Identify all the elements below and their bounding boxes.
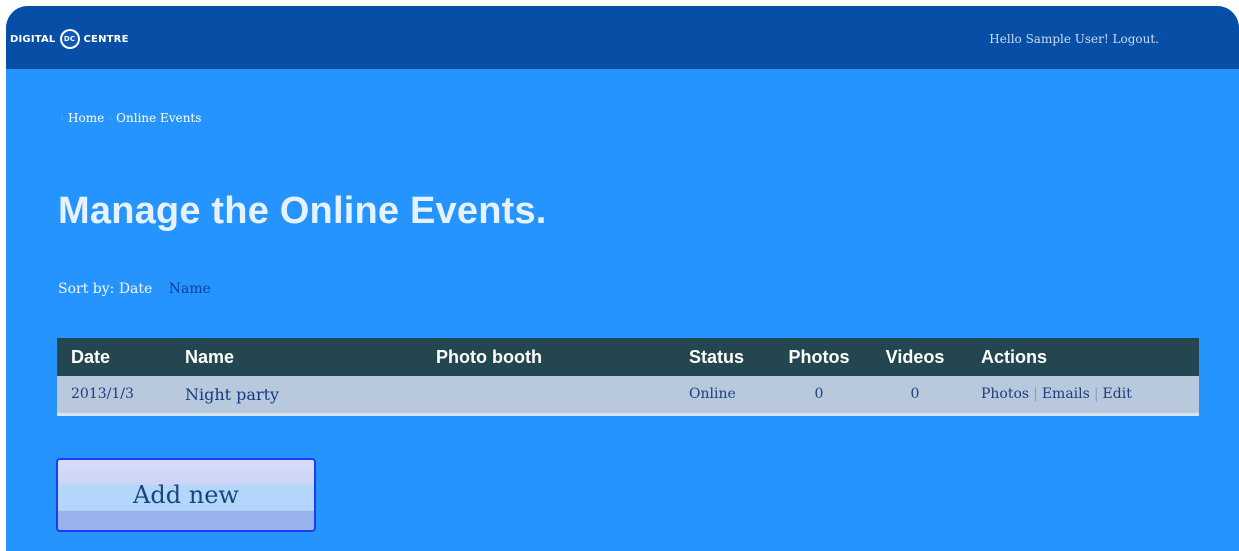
action-separator: |	[1033, 386, 1038, 403]
dc-logo-icon: DC	[59, 29, 80, 49]
cell-date: 2013/1/3	[71, 386, 134, 403]
dc-logo-mark-text: DC	[61, 31, 78, 47]
action-edit-link[interactable]: Edit	[1103, 386, 1132, 402]
user-greeting: Hello Sample User!	[989, 32, 1109, 46]
cell-actions: Photos | Emails | Edit	[967, 376, 1199, 414]
action-photos-link[interactable]: Photos	[981, 386, 1029, 402]
cell-photo-booth	[422, 376, 675, 414]
sort-label-date[interactable]: Sort by: Date	[58, 281, 152, 297]
add-new-button[interactable]: Add new	[56, 458, 316, 532]
breadcrumb: › Home › Online Events	[56, 111, 201, 125]
page-title: Manage the Online Events.	[58, 190, 547, 232]
logout-link[interactable]: Logout.	[1113, 32, 1159, 46]
sort-by-name-link[interactable]: Name	[169, 281, 211, 297]
breadcrumb-bullet-icon: ›	[60, 112, 64, 124]
column-header-actions: Actions	[981, 346, 1048, 367]
column-header-name: Name	[185, 346, 235, 367]
table-header-row: Date Name Photo booth Status Photos Vide…	[57, 338, 1199, 376]
logo: DIGITAL DC CENTRE	[10, 29, 129, 49]
logo-text-left: DIGITAL	[10, 33, 56, 45]
user-area: Hello Sample User! Logout.	[989, 32, 1159, 46]
action-emails-link[interactable]: Emails	[1042, 386, 1090, 402]
column-header-photos: Photos	[788, 346, 850, 367]
column-header-videos: Videos	[885, 346, 945, 367]
top-bar: DIGITAL DC CENTRE Hello Sample User! Log…	[6, 6, 1239, 69]
column-header-date: Date	[71, 346, 111, 367]
breadcrumb-separator-icon: ›	[108, 112, 113, 124]
cell-status: Online	[689, 386, 736, 403]
logo-text-right: CENTRE	[83, 33, 129, 45]
sort-bar: Sort by: Date Name	[58, 281, 211, 297]
breadcrumb-home-link[interactable]: Home	[68, 111, 104, 125]
cell-photos-count: 0	[814, 386, 824, 403]
cell-videos-count: 0	[910, 386, 920, 403]
column-header-photo-booth: Photo booth	[436, 346, 542, 367]
column-header-status: Status	[689, 346, 745, 367]
events-table: Date Name Photo booth Status Photos Vide…	[57, 338, 1199, 416]
breadcrumb-current: Online Events	[116, 111, 202, 125]
cell-name: Night party	[185, 384, 280, 404]
app-frame: DIGITAL DC CENTRE Hello Sample User! Log…	[6, 6, 1239, 551]
table-row: 2013/1/3 Night party Online 0 0 Photos | E…	[57, 376, 1199, 414]
action-separator: |	[1093, 386, 1099, 403]
